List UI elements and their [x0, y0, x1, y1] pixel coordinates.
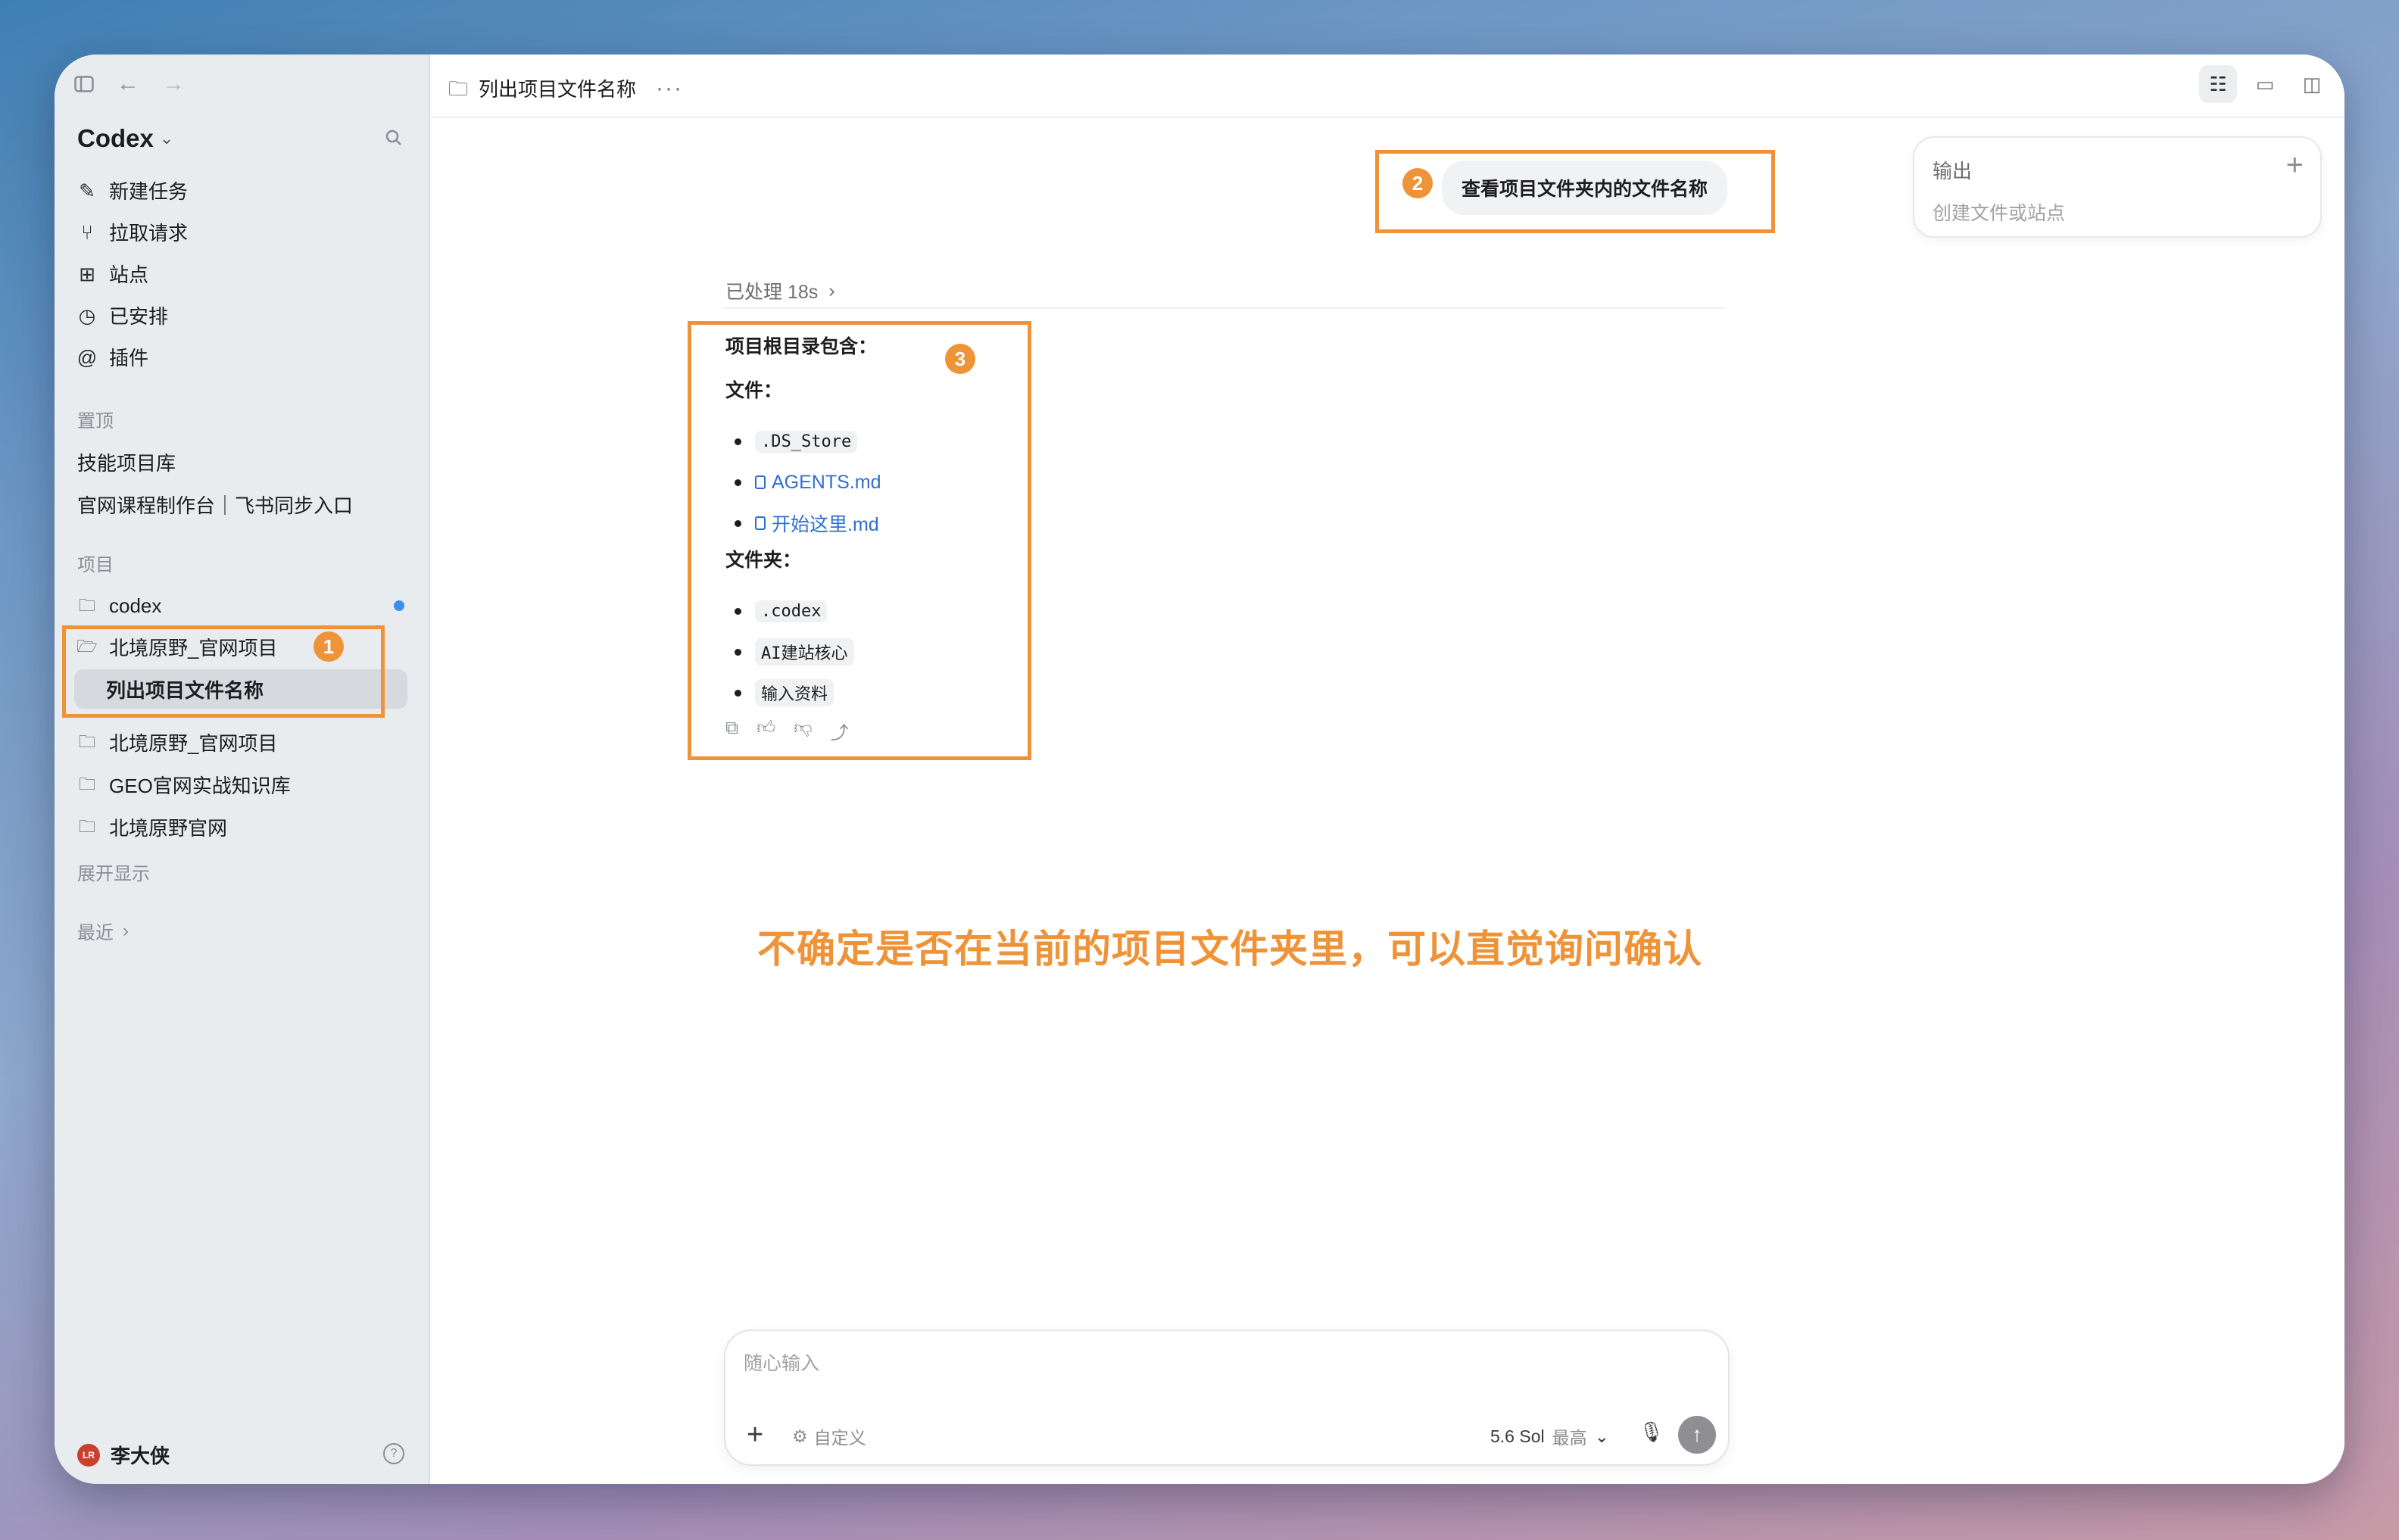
app-window: ← → Codex ⌄ ✎ 新建任务 ⑂ 拉取请求 ⊞ 站点 ◷ 已安排 @ 插… [55, 55, 2344, 1484]
recent-toggle[interactable]: 最近 › [77, 918, 129, 944]
unread-dot [394, 600, 404, 611]
custom-settings-button[interactable]: ⚙ 自定义 [792, 1423, 866, 1449]
output-subtitle: 创建文件或站点 [1933, 203, 2066, 224]
sidebar-item-label: 拉取请求 [109, 222, 189, 245]
attach-button[interactable]: + [747, 1419, 763, 1451]
main-area: 🗀 列出项目文件名称 ··· ☷ ▭ ◫ 输出 + 创建文件或站点 查看项目文件… [430, 55, 2344, 1484]
sidebar-item-label: 已安排 [109, 305, 169, 328]
search-icon[interactable] [385, 129, 403, 147]
output-panel[interactable]: 输出 + 创建文件或站点 [1913, 136, 2322, 238]
sidebar-nav: ✎ 新建任务 ⑂ 拉取请求 ⊞ 站点 ◷ 已安排 @ 插件 [77, 170, 403, 378]
side-panel-icon[interactable]: ◫ [2293, 65, 2331, 103]
composer: + ⚙ 自定义 5.6 Sol 最高 ⌄ 🎙︎ ↑ [724, 1330, 1730, 1466]
at-icon: @ [76, 345, 98, 369]
annotation-box-2 [1375, 150, 1775, 233]
microphone-icon[interactable]: 🎙︎ [1639, 1420, 1664, 1444]
sidebar-item-label: 新建任务 [109, 180, 189, 203]
more-options-icon[interactable]: ··· [656, 76, 683, 101]
view-toggles: ☷ ▭ ◫ [2199, 65, 2331, 103]
project-label: codex [109, 594, 162, 617]
annotation-note: 不确定是否在当前的项目文件夹里，可以直觉询问确认 [757, 927, 1703, 971]
projects-heading: 项目 [77, 555, 114, 575]
recent-label: 最近 [77, 923, 114, 943]
annotation-badge-3: 3 [945, 344, 975, 374]
topbar: 🗀 列出项目文件名称 ··· ☷ ▭ ◫ [430, 55, 2344, 118]
app-title: Codex [77, 124, 154, 152]
divider [724, 307, 1725, 309]
custom-label: 自定义 [813, 1428, 866, 1448]
pinned-item[interactable]: 技能项目库 [77, 448, 176, 476]
terminal-panel-icon[interactable]: ▭ [2246, 65, 2284, 103]
chevron-right-icon: › [828, 279, 835, 301]
app-switcher[interactable]: Codex ⌄ [77, 124, 173, 153]
annotation-badge-1: 1 [314, 631, 344, 662]
gear-icon: ⚙ [792, 1426, 808, 1446]
annotation-badge-2: 2 [1402, 168, 1433, 198]
project-item[interactable]: 🗀 北境原野官网 [77, 807, 403, 846]
expand-link[interactable]: 展开显示 [77, 859, 150, 885]
sidebar-item-new-task[interactable]: ✎ 新建任务 [77, 170, 403, 211]
clock-icon: ◷ [78, 304, 96, 327]
forward-arrow-icon[interactable]: → [162, 73, 185, 95]
chevron-right-icon: › [123, 920, 129, 941]
chevron-down-icon: ⌄ [1594, 1426, 1609, 1446]
window-controls: ← → [74, 73, 185, 95]
project-item[interactable]: 🗀 北境原野_官网项目 [77, 722, 403, 762]
project-label: GEO官网实战知识库 [109, 774, 291, 797]
back-arrow-icon[interactable]: ← [117, 73, 139, 95]
sidebar-item-label: 插件 [109, 347, 149, 369]
sidebar: ← → Codex ⌄ ✎ 新建任务 ⑂ 拉取请求 ⊞ 站点 ◷ 已安排 @ 插… [55, 55, 430, 1484]
model-selector[interactable]: 5.6 Sol 最高 ⌄ [1490, 1423, 1609, 1449]
pinned-item[interactable]: 官网课程制作台｜飞书同步入口 [77, 491, 353, 519]
model-name: 5.6 Sol [1490, 1426, 1545, 1446]
folder-icon: 🗀 [78, 817, 95, 836]
project-item[interactable]: 🗀 GEO官网实战知识库 [77, 765, 403, 804]
user-profile[interactable]: LR 李大侠 [77, 1441, 170, 1469]
processed-toggle[interactable]: 已处理 18s › [725, 277, 835, 304]
output-title: 输出 [1933, 160, 1973, 182]
project-label: 北境原野官网 [109, 816, 228, 840]
user-name: 李大侠 [111, 1445, 170, 1467]
sidebar-item-pull-requests[interactable]: ⑂ 拉取请求 [77, 211, 403, 253]
grid-icon: ⊞ [79, 262, 95, 285]
folder-icon: 🗀 [448, 76, 469, 100]
list-view-icon[interactable]: ☷ [2199, 65, 2237, 103]
project-item[interactable]: 🗀 codex [77, 586, 403, 625]
sidebar-item-label: 站点 [109, 263, 149, 286]
chevron-down-icon: ⌄ [159, 129, 174, 148]
send-button[interactable]: ↑ [1678, 1416, 1716, 1454]
edit-icon: ✎ [79, 179, 95, 202]
annotation-box-3 [688, 321, 1031, 760]
help-icon[interactable]: ? [383, 1443, 404, 1464]
folder-icon: 🗀 [78, 596, 95, 615]
sidebar-item-sites[interactable]: ⊞ 站点 [77, 253, 403, 295]
processed-label: 已处理 18s [725, 282, 819, 303]
breadcrumb: 🗀 列出项目文件名称 ··· [448, 74, 683, 102]
avatar: LR [77, 1443, 100, 1467]
folder-icon: 🗀 [78, 732, 95, 751]
sidebar-item-plugins[interactable]: @ 插件 [77, 336, 403, 378]
add-output-button[interactable]: + [2286, 148, 2304, 182]
reasoning-level: 最高 [1552, 1428, 1587, 1448]
project-label: 北境原野_官网项目 [109, 731, 278, 755]
sidebar-toggle-icon[interactable] [74, 76, 94, 92]
page-title: 列出项目文件名称 [479, 78, 637, 101]
pull-request-icon: ⑂ [81, 220, 93, 244]
folder-icon: 🗀 [78, 775, 95, 793]
chat-input[interactable] [742, 1345, 1654, 1383]
sidebar-item-scheduled[interactable]: ◷ 已安排 [77, 295, 403, 336]
pinned-heading: 置顶 [77, 411, 114, 432]
